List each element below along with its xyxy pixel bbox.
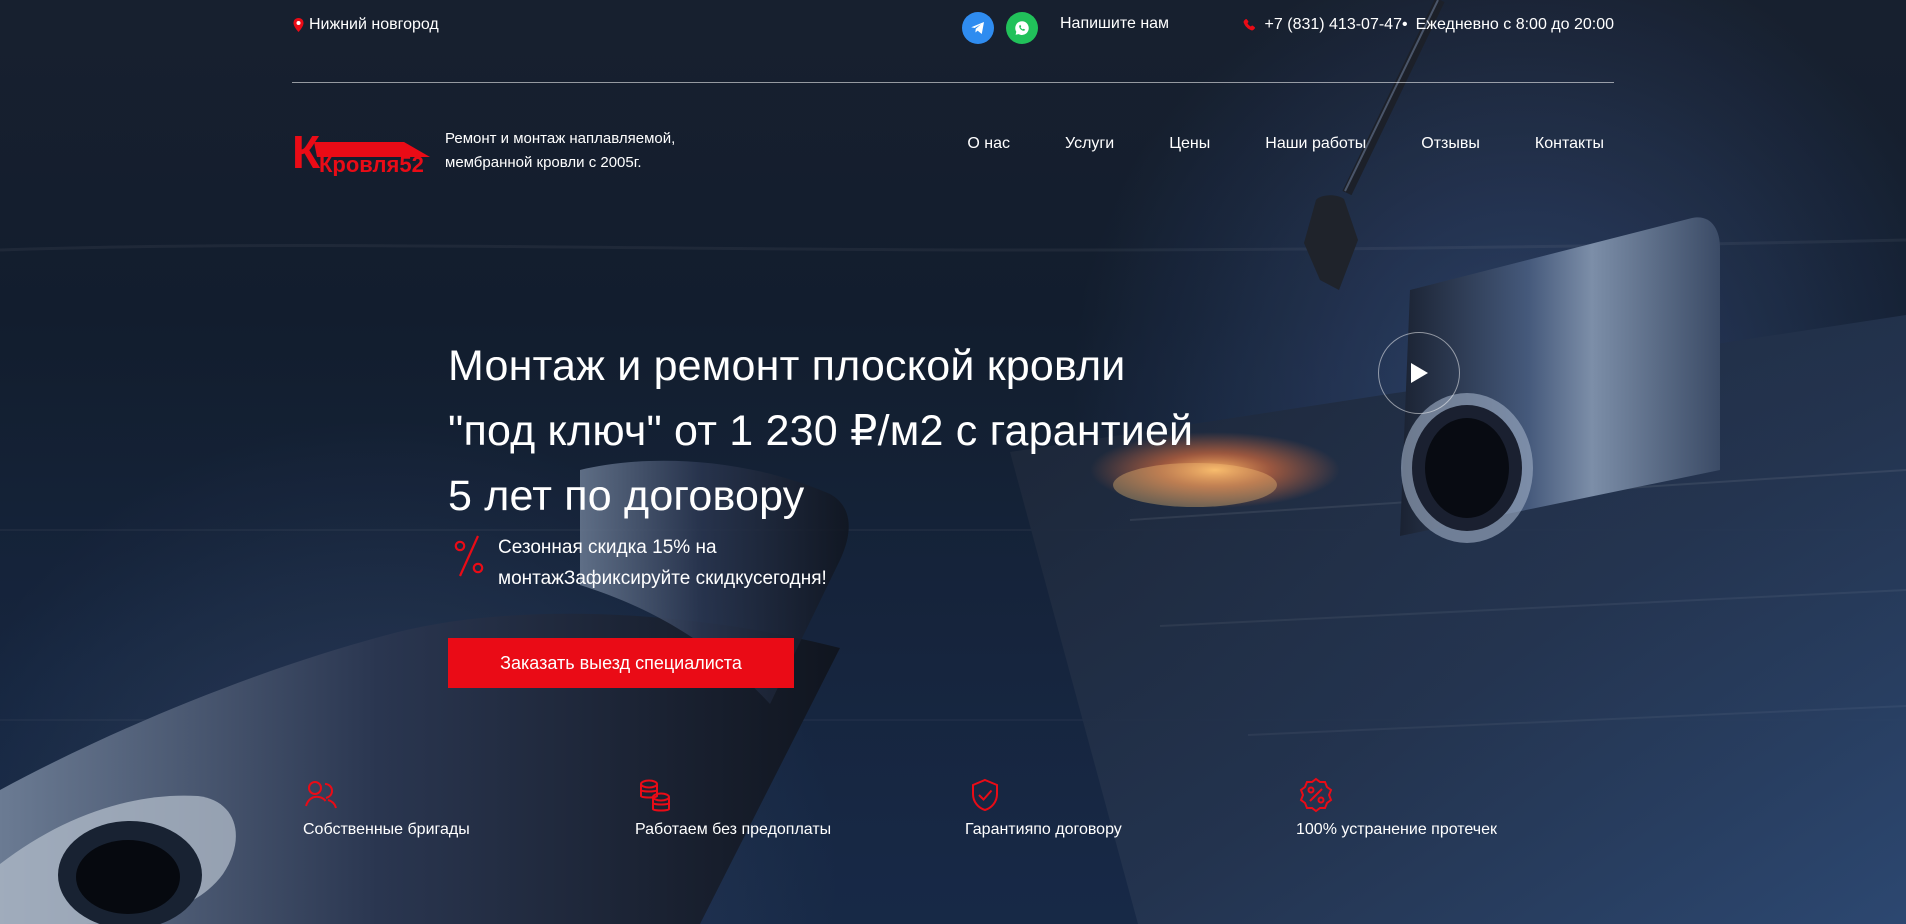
feature-item-no-prepayment: Работаем без предоплаты xyxy=(635,777,831,839)
order-specialist-button[interactable]: Заказать выезд специалиста xyxy=(448,638,794,688)
main-header: К Кровля52 Ремонт и монтаж наплавляемой,… xyxy=(292,118,1614,178)
brand-logo[interactable]: К Кровля52 xyxy=(292,124,434,176)
contact-info: +7 (831) 413-07-47• Ежедневно с 8:00 до … xyxy=(1241,16,1614,34)
top-bar: Нижний новгород Напишите нам +7 (831) 41… xyxy=(292,0,1614,82)
feature-label-teams: Собственные бригады xyxy=(303,821,470,838)
discount-promo: Сезонная скидка 15% на монтажЗафиксируйт… xyxy=(452,532,848,594)
hero-title-line-3: 5 лет по договору xyxy=(448,472,805,520)
play-icon xyxy=(1411,363,1428,383)
hero-title-line-1: Монтаж и ремонт плоской кровли xyxy=(448,342,1126,390)
city-name: Нижний новгород xyxy=(309,16,439,33)
nav-item-about[interactable]: О нас xyxy=(967,135,1010,153)
nav-item-reviews[interactable]: Отзывы xyxy=(1421,135,1480,153)
nav-item-services[interactable]: Услуги xyxy=(1065,135,1114,153)
percent-icon xyxy=(454,535,484,577)
nav-item-prices[interactable]: Цены xyxy=(1169,135,1210,153)
working-hours: Ежедневно с 8:00 до 20:00 xyxy=(1415,16,1614,33)
feature-item-leak-fix: 100% устранение протечек xyxy=(1296,777,1497,839)
message-us-label[interactable]: Напишите нам xyxy=(1060,15,1169,33)
features-list: Собственные бригады Работаем без предопл… xyxy=(303,777,1563,857)
nav-item-contacts[interactable]: Контакты xyxy=(1535,135,1604,153)
telegram-icon xyxy=(971,22,984,34)
feature-label-guarantee: Гарантияпо договору xyxy=(965,821,1122,838)
feature-item-guarantee: Гарантияпо договору xyxy=(965,777,1122,839)
feature-label-no-prepayment: Работаем без предоплаты xyxy=(635,821,832,838)
percent-badge-icon xyxy=(1299,777,1333,813)
messenger-links: Напишите нам xyxy=(962,12,1169,44)
whatsapp-button[interactable] xyxy=(1006,12,1038,44)
main-nav: О нас Услуги Цены Наши работы Отзывы Кон… xyxy=(967,135,1604,153)
whatsapp-icon xyxy=(1015,21,1029,35)
svg-text:Кровля52: Кровля52 xyxy=(319,152,424,176)
hero-section: Монтаж и ремонт плоской кровли "под ключ… xyxy=(448,334,1248,688)
hero-title-line-2: "под ключ" от 1 230 ₽/м2 с гарантией xyxy=(448,407,1194,455)
header-divider xyxy=(292,82,1614,83)
video-play-button[interactable] xyxy=(1378,332,1460,414)
feature-item-teams: Собственные бригады xyxy=(303,777,470,839)
coins-icon xyxy=(640,779,670,812)
feature-label-leak-fix: 100% устранение протечек xyxy=(1296,821,1498,838)
telegram-button[interactable] xyxy=(962,12,994,44)
location-pin-icon xyxy=(293,18,304,32)
promo-text: Сезонная скидка 15% на монтажЗафиксируйт… xyxy=(498,537,827,589)
people-icon xyxy=(305,781,337,809)
phone-number[interactable]: +7 (831) 413-07-47• xyxy=(1265,16,1408,34)
shield-check-icon xyxy=(972,778,998,812)
page: Нижний новгород Напишите нам +7 (831) 41… xyxy=(0,0,1906,924)
nav-item-works[interactable]: Наши работы xyxy=(1265,135,1366,153)
company-tagline: Ремонт и монтаж наплавляемой, мембранной… xyxy=(445,130,676,171)
phone-icon xyxy=(1243,18,1255,31)
hero-title: Монтаж и ремонт плоской кровли "под ключ… xyxy=(448,334,1248,529)
location: Нижний новгород xyxy=(292,16,439,34)
